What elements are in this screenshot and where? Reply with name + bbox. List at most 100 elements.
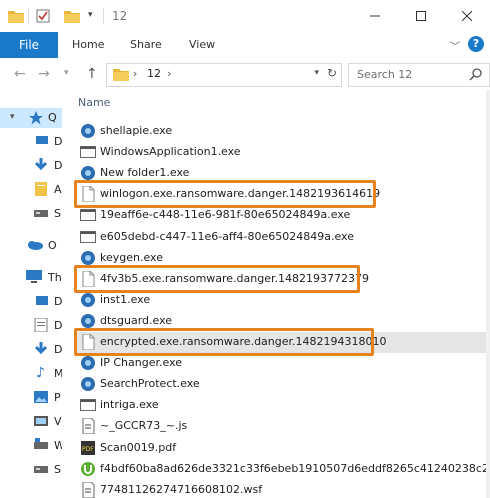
documents-icon — [34, 182, 48, 199]
sidebar-item-desktop[interactable]: D — [0, 132, 62, 152]
file-row[interactable]: 77481126274716608102.wsf — [74, 480, 488, 498]
exe-icon — [80, 229, 96, 245]
pc-icon — [26, 270, 42, 287]
chevron-right-icon[interactable]: › — [133, 67, 137, 80]
column-header-name[interactable]: Name — [78, 96, 110, 109]
app-icon — [80, 250, 96, 266]
tab-file[interactable]: File — [0, 32, 58, 58]
file-name: f4bdf60ba8ad626de3321c33f6ebeb1910507d6e… — [100, 461, 490, 475]
file-name: IP Changer.exe — [100, 356, 183, 370]
file-row[interactable]: 19eaff6e-c448-11e6-981f-80e65024849a.exe — [74, 205, 488, 226]
tab-share[interactable]: Share — [130, 32, 162, 58]
close-button[interactable] — [444, 0, 490, 32]
file-name: shellapie.exe — [100, 124, 173, 137]
search-icon[interactable] — [469, 67, 483, 84]
file-name: Scan0019.pdf — [100, 440, 177, 454]
drive-icon — [34, 206, 48, 223]
sidebar-item-this-pc[interactable]: Th — [0, 268, 62, 288]
file-name: dtsguard.exe — [100, 313, 173, 327]
sidebar-item-drive-2[interactable]: S — [0, 460, 62, 480]
customize-toolbar-icon[interactable]: ▾ — [88, 10, 93, 20]
sidebar-item-music[interactable]: ♪ M — [0, 364, 62, 384]
sidebar-item-pictures[interactable]: P — [0, 388, 62, 408]
sidebar-item-documents-2[interactable]: D — [0, 316, 62, 336]
sidebar-item-windows-drive[interactable]: W — [0, 436, 62, 456]
ribbon: File Home Share View ﹀ ? — [0, 32, 490, 59]
app-icon — [80, 313, 96, 329]
file-row[interactable]: SearchProtect.exe — [74, 374, 488, 395]
search-box[interactable]: Search 12 — [348, 63, 490, 87]
chevron-right-icon[interactable]: › — [167, 67, 171, 80]
file-row[interactable]: inst1.exe — [74, 290, 488, 311]
sidebar-item-downloads-2[interactable]: D — [0, 340, 62, 360]
folder-icon — [8, 9, 24, 26]
chevron-down-icon[interactable]: ﹀ — [450, 38, 460, 53]
chevron-down-icon[interactable]: ▾ — [314, 68, 319, 78]
sidebar-item-quick-access[interactable]: ▾ Q — [0, 108, 62, 128]
file-name: SearchProtect.exe — [100, 377, 200, 391]
window-title: 12 — [112, 9, 128, 23]
maximize-button[interactable] — [398, 0, 444, 32]
tab-view[interactable]: View — [189, 32, 215, 58]
tab-home[interactable]: Home — [72, 32, 104, 58]
download-icon — [34, 158, 48, 175]
file-name: 77481126274716608102.wsf — [100, 482, 263, 496]
exe-icon — [80, 397, 96, 413]
highlight-box — [74, 328, 374, 356]
up-icon[interactable]: ↑ — [86, 66, 98, 82]
vertical-scrollbar[interactable] — [486, 90, 490, 498]
properties-icon[interactable] — [36, 9, 50, 26]
file-row[interactable]: e605debd-c447-11e6-aff4-80e65024849a.exe — [74, 227, 488, 248]
windows-drive-icon — [34, 438, 48, 455]
file-name: inst1.exe — [100, 292, 151, 306]
sidebar-item-documents[interactable]: A — [0, 180, 62, 200]
help-icon[interactable]: ? — [468, 36, 484, 52]
sidebar-item-drive[interactable]: S — [0, 204, 62, 224]
highlight-box — [74, 180, 376, 209]
drive-icon — [34, 462, 48, 479]
refresh-icon[interactable]: ↻ — [327, 66, 337, 80]
file-name: keygen.exe — [100, 250, 163, 264]
music-icon: ♪ — [36, 365, 45, 381]
exe-icon — [80, 207, 96, 223]
script-icon — [80, 481, 96, 498]
app-icon — [80, 292, 96, 308]
address-path-segment[interactable]: 12 — [147, 67, 161, 80]
file-list-pane: Name shellapie.exe WindowsApplication1.ex… — [62, 90, 490, 498]
recent-locations-icon[interactable]: ▾ — [64, 68, 69, 78]
torrent-icon — [80, 461, 96, 477]
file-row[interactable]: PDF Scan0019.pdf — [74, 438, 488, 459]
app-icon — [80, 376, 96, 392]
svg-text:PDF: PDF — [82, 446, 94, 453]
file-row[interactable]: IP Changer.exe — [74, 353, 488, 374]
address-bar[interactable]: › 12 › ▾ ↻ — [106, 63, 342, 87]
minimize-button[interactable] — [352, 0, 398, 32]
new-folder-icon[interactable] — [64, 9, 80, 26]
highlight-box — [74, 264, 360, 293]
search-input[interactable]: Search 12 — [357, 68, 412, 81]
file-name: ~_GCCR73_~.js — [100, 419, 188, 433]
sidebar-item-desktop-2[interactable]: D — [0, 292, 62, 312]
folder-icon — [36, 295, 48, 310]
sidebar-item-videos[interactable]: V — [0, 412, 62, 432]
chevron-down-icon[interactable]: ▾ — [10, 112, 15, 122]
documents-icon — [34, 317, 48, 335]
file-row[interactable]: intriga.exe — [74, 395, 488, 416]
sidebar-item-onedrive[interactable]: O — [0, 236, 62, 256]
folder-icon — [113, 67, 129, 84]
sidebar-item-downloads[interactable]: D — [0, 156, 62, 176]
file-name: New folder1.exe — [100, 166, 190, 180]
file-row[interactable]: f4bdf60ba8ad626de3321c33f6ebeb1910507d6e… — [74, 459, 490, 480]
file-name: intriga.exe — [100, 398, 159, 412]
back-icon[interactable]: ← — [14, 66, 26, 82]
file-row[interactable]: shellapie.exe — [74, 121, 488, 142]
videos-icon — [34, 414, 48, 431]
forward-icon[interactable]: → — [38, 66, 50, 82]
star-icon — [28, 110, 44, 129]
cloud-icon — [26, 239, 44, 254]
script-icon — [80, 417, 96, 435]
pictures-icon — [34, 390, 48, 407]
file-row[interactable]: WindowsApplication1.exe — [74, 142, 488, 163]
download-icon — [34, 342, 48, 359]
file-row[interactable]: ~_GCCR73_~.js — [74, 416, 488, 437]
